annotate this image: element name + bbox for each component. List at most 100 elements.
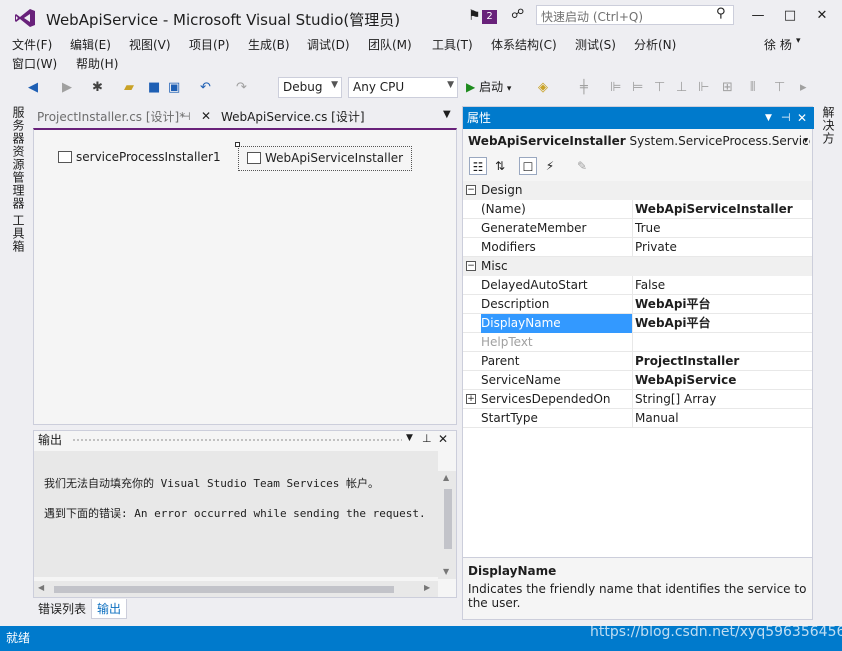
maximize-button[interactable]: □ (780, 6, 800, 26)
menu-project[interactable]: 项目(P) (189, 36, 230, 53)
undo-icon[interactable]: ↶ (200, 80, 211, 95)
categorized-icon[interactable]: ☷ (469, 157, 487, 175)
align-rights-icon[interactable]: ⊨ (632, 80, 643, 95)
menu-architecture[interactable]: 体系结构(C) (491, 36, 557, 53)
property-row-parent[interactable]: Parent ProjectInstaller (463, 352, 812, 371)
quick-launch-input[interactable]: 快速启动 (Ctrl+Q) (536, 5, 734, 25)
feedback-icon[interactable]: ☍ (511, 7, 524, 22)
scroll-right-icon[interactable]: ▶ (424, 583, 430, 592)
close-icon[interactable]: ✕ (438, 432, 448, 446)
watermark-text: https://blog.csdn.net/xyq596356456 (590, 624, 842, 640)
pin-icon[interactable]: ⊣ (781, 107, 791, 129)
scrollbar-thumb[interactable] (444, 489, 452, 549)
menu-view[interactable]: 视图(V) (129, 36, 171, 53)
category-misc[interactable]: − Misc (463, 257, 812, 276)
vertical-scrollbar[interactable]: ▲ ▼ (438, 471, 456, 579)
scroll-left-icon[interactable]: ◀ (38, 583, 44, 592)
align-bottoms-icon[interactable]: ⊩ (698, 80, 709, 95)
align-lefts-icon[interactable]: ╪ (580, 80, 588, 95)
solution-configuration-select[interactable]: Debug ▼ (278, 77, 342, 98)
tab-label: WebApiService.cs [设计] (221, 110, 365, 124)
close-button[interactable]: ✕ (812, 6, 832, 26)
attach-icon[interactable]: ◈ (538, 80, 548, 95)
panel-grip[interactable] (72, 438, 402, 443)
menu-tools[interactable]: 工具(T) (432, 36, 473, 53)
notification-flag-icon[interactable]: ⚑ (468, 8, 481, 24)
scrollbar-thumb[interactable] (54, 586, 394, 593)
alphabetical-icon[interactable]: ⇅ (491, 157, 509, 175)
minimize-button[interactable]: — (748, 6, 768, 26)
object-selector[interactable]: WebApiServiceInstaller System.ServicePro… (465, 131, 810, 151)
horizontal-scrollbar[interactable]: ◀ ▶ (34, 581, 438, 597)
property-row-service-name[interactable]: ServiceName WebApiService (463, 371, 812, 390)
redo-icon[interactable]: ↷ (236, 80, 247, 95)
property-row-generate-member[interactable]: GenerateMember True (463, 219, 812, 238)
events-icon[interactable]: ⚡ (541, 157, 559, 175)
menu-test[interactable]: 测试(S) (575, 36, 616, 53)
window-position-chevron-icon[interactable]: ▼ (765, 107, 772, 129)
standard-toolbar: ◀ ▶ ✱ ▰ ■ ▣ ↶ ↷ Debug ▼ Any CPU ▼ ◈ ╪ ⊫ … (0, 74, 842, 102)
pin-icon[interactable]: ⊣ (181, 110, 191, 123)
component-service-process-installer[interactable]: serviceProcessInstaller1 (58, 150, 221, 164)
properties-icon[interactable]: ☐ (519, 157, 537, 175)
align-tops-icon[interactable]: ⊤ (654, 80, 665, 95)
menu-team[interactable]: 团队(M) (368, 36, 412, 53)
user-chevron-down-icon[interactable]: ▾ (796, 36, 801, 46)
menu-help[interactable]: 帮助(H) (76, 55, 118, 72)
property-row-description[interactable]: Description WebApi平台 (463, 295, 812, 314)
menu-window[interactable]: 窗口(W) (12, 55, 57, 72)
spacing-icon[interactable]: ⊞ (722, 80, 733, 95)
tab-error-list[interactable]: 错误列表 (33, 599, 91, 619)
pin-icon[interactable]: ⊥ (422, 432, 432, 445)
server-explorer-tab[interactable]: 服务器资源管理器 (10, 106, 27, 210)
category-design[interactable]: − Design (463, 181, 812, 200)
tab-output[interactable]: 输出 (91, 599, 128, 619)
align-centers-icon[interactable]: ⊫ (610, 80, 621, 95)
component-webapi-service-installer[interactable]: WebApiServiceInstaller (238, 146, 412, 171)
collapse-icon[interactable]: − (466, 261, 476, 271)
property-row-delayed-auto-start[interactable]: DelayedAutoStart False (463, 276, 812, 295)
more-tools-icon[interactable]: ▸ (800, 80, 807, 95)
save-icon[interactable]: ■ (148, 80, 160, 95)
menu-analyze[interactable]: 分析(N) (634, 36, 676, 53)
property-row-display-name[interactable]: DisplayName WebApi平台 (463, 314, 812, 333)
scroll-down-icon[interactable]: ▼ (443, 567, 449, 576)
menu-file[interactable]: 文件(F) (12, 36, 52, 53)
property-row-services-depended-on[interactable]: + ServicesDependedOn String[] Array (463, 390, 812, 409)
navigate-back-icon[interactable]: ◀ (28, 80, 38, 95)
start-debugging-button[interactable]: ▶ 启动 ▾ (466, 78, 511, 95)
toolbox-tab[interactable]: 工具箱 (10, 214, 27, 253)
property-row-modifiers[interactable]: Modifiers Private (463, 238, 812, 257)
property-row-help-text[interactable]: HelpText (463, 333, 812, 352)
menu-build[interactable]: 生成(B) (248, 36, 290, 53)
component-designer[interactable]: serviceProcessInstaller1 WebApiServiceIn… (33, 128, 457, 425)
collapse-icon[interactable]: − (466, 185, 476, 195)
menu-debug[interactable]: 调试(D) (307, 36, 350, 53)
scroll-up-icon[interactable]: ▲ (443, 473, 449, 482)
tab-list-chevron-icon[interactable]: ▼ (443, 109, 451, 120)
selection-handle[interactable] (235, 142, 240, 147)
align-middles-icon[interactable]: ⊥ (676, 80, 687, 95)
solution-platform-select[interactable]: Any CPU ▼ (348, 77, 458, 98)
user-account[interactable]: 徐 杨 (764, 36, 792, 53)
save-all-icon[interactable]: ▣ (168, 80, 180, 95)
output-text-area[interactable]: 我们无法自动填充你的 Visual Studio Team Services 帐… (34, 451, 438, 577)
navigate-forward-icon[interactable]: ▶ (62, 80, 72, 95)
property-row-name[interactable]: (Name) WebApiServiceInstaller (463, 200, 812, 219)
property-row-start-type[interactable]: StartType Manual (463, 409, 812, 428)
tab-webapi-service[interactable]: WebApiService.cs [设计] (217, 106, 437, 128)
search-icon[interactable]: ⚲ (716, 6, 726, 21)
horizontal-spacing-icon[interactable]: ⫴ (750, 80, 755, 95)
open-file-icon[interactable]: ▰ (124, 80, 134, 95)
close-icon[interactable]: ✕ (797, 107, 807, 129)
property-pages-icon[interactable]: ✎ (573, 157, 591, 175)
menu-edit[interactable]: 编辑(E) (70, 36, 111, 53)
close-icon[interactable]: ✕ (201, 109, 211, 123)
window-position-chevron-icon[interactable]: ▼ (406, 433, 413, 443)
solution-explorer-tab[interactable]: 解决方 (820, 106, 837, 145)
new-project-icon[interactable]: ✱ (92, 80, 103, 95)
configuration-value: Debug (283, 80, 323, 94)
notification-badge[interactable]: 2 (482, 10, 497, 24)
vertical-spacing-icon[interactable]: ⊤ (774, 80, 785, 95)
expand-icon[interactable]: + (466, 394, 476, 404)
